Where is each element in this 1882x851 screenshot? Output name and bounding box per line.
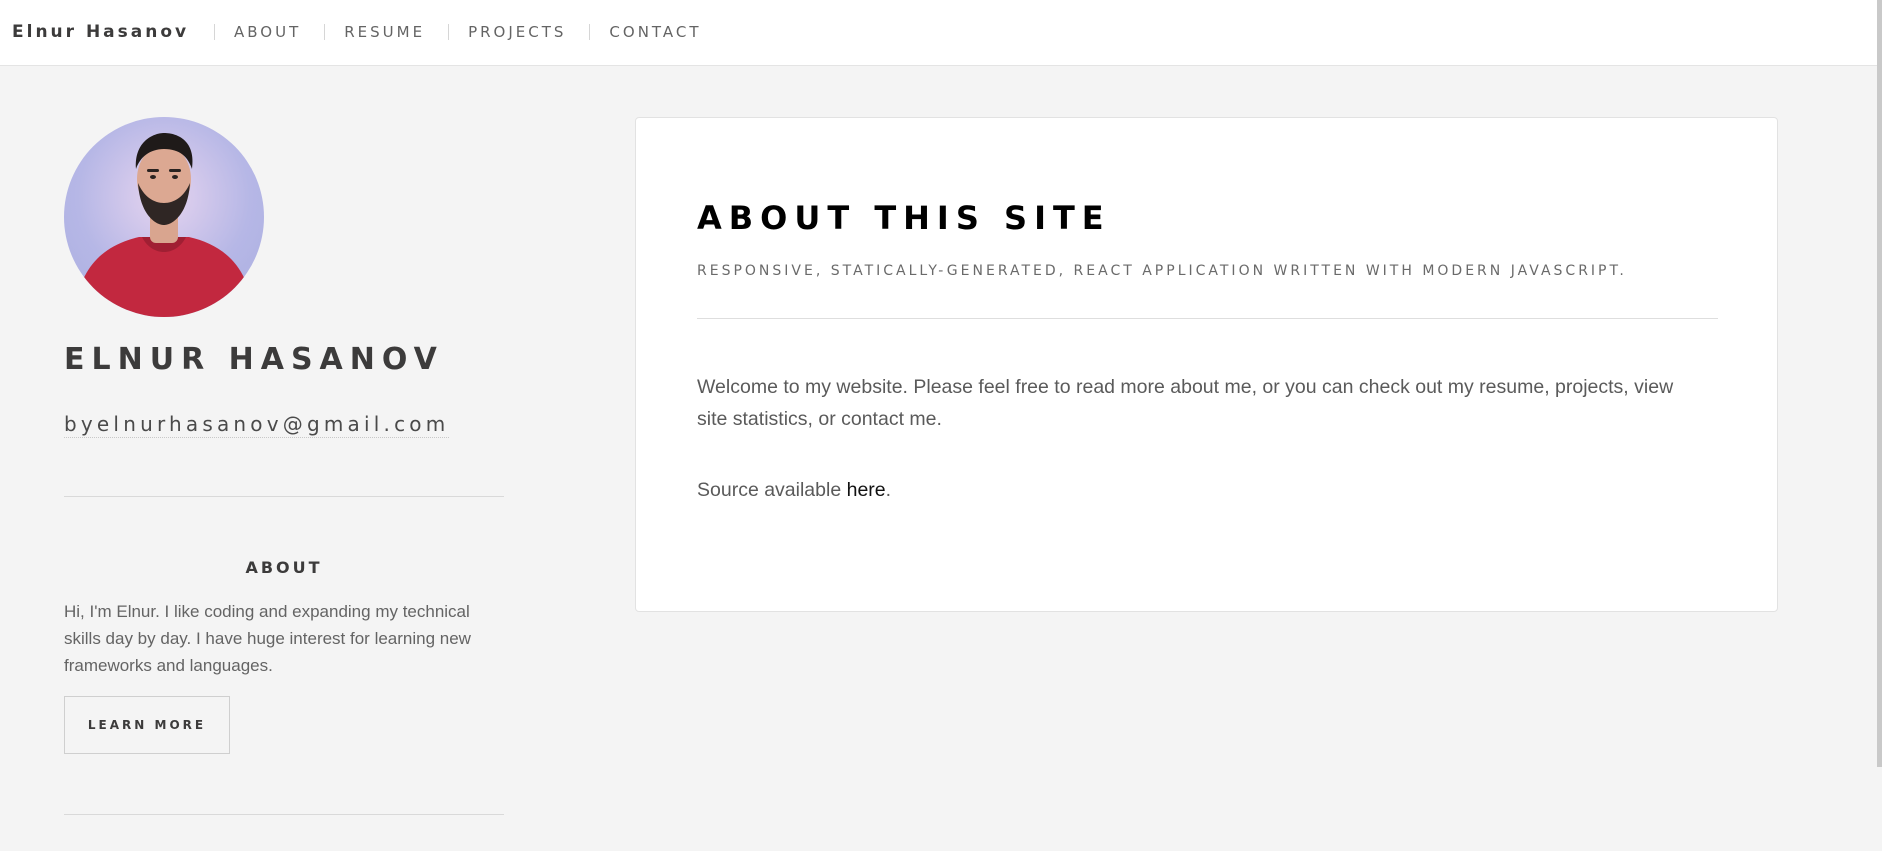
nav-resume-label: RESUME	[344, 23, 426, 41]
avatar[interactable]	[64, 117, 264, 317]
nav-projects[interactable]: PROJECTS	[448, 23, 566, 41]
source-here-link[interactable]: here	[847, 479, 886, 501]
source-prefix: Source available	[697, 479, 847, 501]
site-brand[interactable]: Elnur Hasanov	[12, 21, 189, 43]
profile-name: ELNUR HASANOV	[64, 342, 444, 377]
nav-projects-label: PROJECTS	[468, 23, 567, 41]
nav-resume[interactable]: RESUME	[324, 23, 425, 41]
nav-about-label: ABOUT	[234, 23, 302, 41]
nav-contact[interactable]: CONTACT	[589, 23, 701, 41]
main-nav: ABOUT RESUME PROJECTS CONTACT	[214, 21, 702, 43]
page-subtitle: RESPONSIVE, STATICALLY-GENERATED, REACT …	[697, 263, 1627, 279]
site-header: Elnur Hasanov ABOUT RESUME PROJECTS CONT…	[0, 0, 1877, 66]
nav-separator	[589, 24, 591, 40]
welcome-paragraph: Welcome to my website. Please feel free …	[697, 376, 1674, 430]
nav-separator	[448, 24, 450, 40]
sidebar-divider-bottom	[64, 814, 504, 815]
profile-photo-icon	[74, 133, 254, 317]
learn-more-button[interactable]: LEARN MORE	[64, 696, 230, 754]
sidebar-about-text: Hi, I'm Elnur. I like coding and expandi…	[64, 602, 471, 675]
about-site-card: ABOUT THIS SITE RESPONSIVE, STATICALLY-G…	[635, 117, 1778, 612]
sidebar-about-heading: ABOUT	[245, 558, 323, 577]
source-suffix: .	[885, 479, 892, 501]
page-title: ABOUT THIS SITE	[697, 199, 1111, 237]
scrollbar[interactable]	[1877, 0, 1882, 767]
source-paragraph: Source available here.	[697, 474, 891, 506]
nav-contact-label: CONTACT	[609, 23, 702, 41]
sidebar-divider	[64, 496, 504, 497]
nav-separator	[214, 24, 215, 40]
card-divider	[697, 318, 1718, 319]
profile-email-link[interactable]: byelnurhasanov@gmail.com	[64, 411, 450, 438]
nav-about[interactable]: ABOUT	[214, 23, 301, 41]
nav-separator	[324, 24, 326, 40]
